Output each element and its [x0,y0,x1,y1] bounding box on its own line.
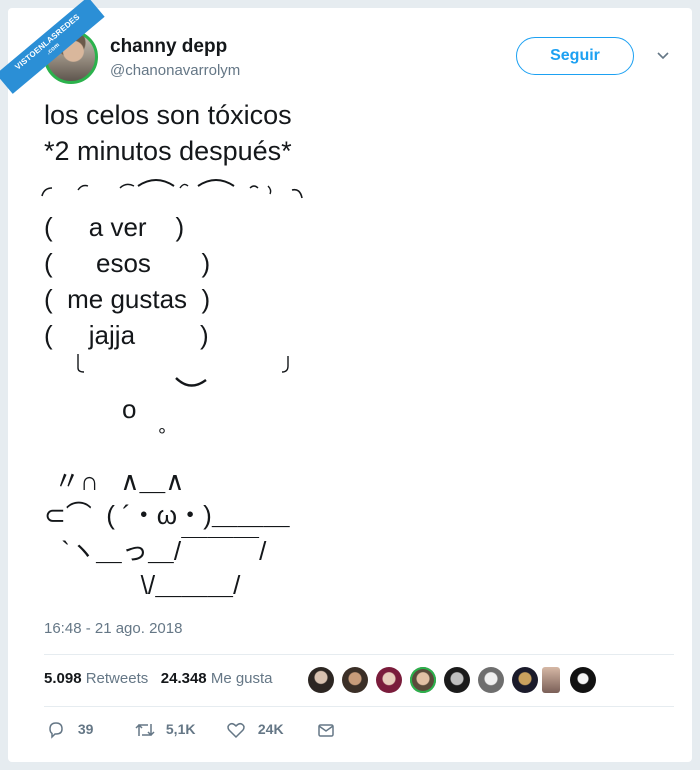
thought-bubble-bottom [77,354,289,387]
engagement-stats: 5.098 Retweets 24.348 Me gusta [44,670,273,687]
likes-label[interactable]: Me gusta [211,670,273,687]
retweet-count: 5,1K [165,720,196,737]
liker-avatar[interactable] [410,667,436,693]
liker-avatar[interactable] [542,667,560,693]
user-handle[interactable]: @chanonavarrolym [110,62,240,79]
retweets-count[interactable]: 5.098 [44,670,82,687]
follow-button[interactable]: Seguir [516,37,634,75]
liker-avatar[interactable] [570,667,596,693]
liker-avatar[interactable] [376,667,402,693]
retweet-icon [135,723,155,737]
heart-icon [227,722,245,739]
liker-avatar[interactable] [512,667,538,693]
thought-dot-large: o [122,394,137,424]
reply-button[interactable]: 39 [46,720,93,740]
liker-avatar[interactable] [444,667,470,693]
tweet-text-line-2: *2 minutos después* [44,136,292,166]
liker-avatar[interactable] [342,667,368,693]
bubble-row-2: ( esos ) [44,248,211,278]
display-name[interactable]: channy depp [110,36,227,58]
liker-avatar[interactable] [478,667,504,693]
bubble-row-1: ( a ver ) [44,212,185,242]
bunny-art-row-4: \/＿＿＿/ [54,570,241,600]
thought-bubble-top [41,179,303,199]
reply-icon [49,722,63,739]
bubble-row-3: ( me gustas ) [44,284,211,314]
reply-count: 39 [77,720,94,737]
direct-message-button[interactable] [316,720,336,740]
retweets-label[interactable]: Retweets [86,670,149,687]
divider [44,706,674,707]
retweet-button[interactable]: 5,1K [134,720,195,740]
bunny-art-row-2: ⊂⌒ ( ´・ω・)＿＿＿ [44,500,290,530]
envelope-icon [318,724,334,737]
likes-count[interactable]: 24.348 [161,670,207,687]
thought-dot-small: ° [158,425,166,447]
like-count: 24K [257,720,284,737]
liker-avatar[interactable] [308,667,334,693]
divider [44,654,674,655]
bunny-art-row-3: `ヽ＿っ＿/￣￣￣/ [54,536,267,566]
like-button[interactable]: 24K [226,720,284,740]
tweet-timestamp[interactable]: 16:48 - 21 ago. 2018 [44,620,182,637]
chevron-down-icon[interactable] [656,48,670,62]
tweet-card: channy depp @chanonavarrolym Seguir los … [8,8,692,762]
bunny-art-row-1: 〃∩ ∧＿∧ [54,466,185,496]
bubble-row-4: ( jajja ) [44,320,209,350]
tweet-text-line-1: los celos son tóxicos [44,100,292,130]
